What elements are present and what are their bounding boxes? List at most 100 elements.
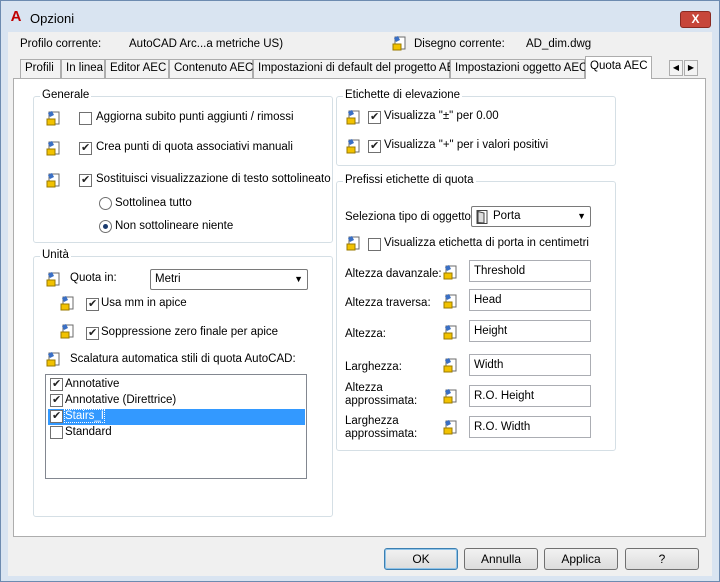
group-title-unita: Unità — [40, 249, 71, 261]
listbox-stili-quota[interactable]: Annotative Annotative (Direttrice) Stair… — [45, 374, 307, 479]
group-unita: Unità Quota in: Metri ▼ Usa mm in apice … — [33, 249, 333, 517]
combo-tipo-oggetto[interactable]: Porta ▼ — [471, 206, 591, 227]
input-altezza-davanzale[interactable]: Threshold — [469, 260, 591, 282]
close-button[interactable]: X — [680, 11, 711, 28]
label-larghezza-approssimata: Larghezza approssimata: — [345, 415, 418, 440]
checkbox-style-annotative-direttrice[interactable] — [50, 393, 63, 407]
property-icon — [443, 265, 457, 280]
checkbox-soppressione-zero[interactable] — [86, 326, 99, 340]
property-icon — [443, 420, 457, 435]
dialog-body: Profilo corrente: AutoCAD Arc...a metric… — [8, 32, 712, 576]
tab-page-quota-aec: Generale Aggiorna subito punti aggiunti … — [13, 78, 706, 537]
chevron-down-icon: ▼ — [577, 211, 586, 221]
list-item-label: Stairs_I — [64, 409, 105, 423]
help-button[interactable]: ? — [625, 548, 699, 570]
label-aggiorna-punti: Aggiorna subito punti aggiunti / rimossi — [96, 111, 294, 123]
property-icon — [46, 141, 60, 156]
group-title-prefissi: Prefissi etichette di quota — [343, 174, 476, 186]
property-icon — [443, 294, 457, 309]
cancel-button[interactable]: Annulla — [464, 548, 538, 570]
label-visualizza-plusminus: Visualizza "±" per 0.00 — [384, 110, 499, 122]
label-altezza-davanzale: Altezza davanzale: — [345, 268, 442, 280]
combo-quota-in-value: Metri — [155, 273, 181, 285]
list-item-label: Standard — [65, 426, 112, 438]
options-dialog: A Opzioni X Profilo corrente: AutoCAD Ar… — [0, 0, 720, 582]
list-item[interactable]: Annotative — [48, 377, 305, 393]
input-value: Width — [474, 359, 504, 371]
label-tipo-oggetto: Seleziona tipo di oggetto: — [345, 211, 475, 223]
list-item-selected[interactable]: Stairs_I — [48, 409, 305, 425]
input-altezza-approssimata[interactable]: R.O. Height — [469, 385, 591, 407]
property-icon — [346, 139, 360, 154]
input-altezza-traversa[interactable]: Head — [469, 289, 591, 311]
list-item[interactable]: Annotative (Direttrice) — [48, 393, 305, 409]
property-icon — [46, 272, 60, 287]
list-item-label: Annotative (Direttrice) — [65, 394, 177, 406]
drawing-value: AD_dim.dwg — [526, 38, 592, 50]
tab-quota-aec[interactable]: Quota AEC — [585, 56, 652, 79]
checkbox-crea-punti[interactable] — [79, 141, 92, 155]
property-icon — [60, 296, 74, 311]
ok-button[interactable]: OK — [384, 548, 458, 570]
combo-quota-in[interactable]: Metri ▼ — [150, 269, 308, 290]
checkbox-aggiorna-punti[interactable] — [79, 112, 92, 125]
label-etichetta-centimetri: Visualizza etichetta di porta in centime… — [384, 237, 589, 249]
label-altezza-approssimata: Altezza approssimata: — [345, 382, 418, 407]
property-icon — [46, 352, 60, 367]
input-value: Height — [474, 325, 508, 337]
tab-in-linea[interactable]: In linea — [61, 59, 105, 78]
checkbox-visualizza-plusminus[interactable] — [368, 110, 381, 124]
tab-editor-aec[interactable]: Editor AEC — [105, 59, 169, 78]
label-altezza: Altezza: — [345, 328, 386, 340]
label-crea-punti: Crea punti di quota associativi manuali — [96, 141, 293, 153]
chevron-down-icon: ▼ — [294, 274, 303, 284]
label-sostituisci-testo: Sostituisci visualizzazione di testo sot… — [96, 173, 331, 185]
tab-profili[interactable]: Profili — [20, 59, 61, 78]
input-value: R.O. Height — [474, 390, 535, 402]
apply-button[interactable]: Applica — [544, 548, 618, 570]
checkbox-style-stairs[interactable] — [50, 409, 63, 423]
property-icon — [443, 325, 457, 340]
list-item-label: Annotative — [65, 378, 120, 390]
property-icon — [443, 389, 457, 404]
title-bar[interactable]: A Opzioni X — [1, 1, 719, 33]
group-title-generale: Generale — [40, 89, 92, 101]
profile-label: Profilo corrente: — [20, 38, 102, 50]
input-larghezza-approssimata[interactable]: R.O. Width — [469, 416, 591, 438]
door-icon — [476, 210, 488, 224]
window-title: Opzioni — [30, 11, 75, 26]
label-visualizza-plus: Visualizza "+" per i valori positivi — [384, 139, 549, 151]
profile-value: AutoCAD Arc...a metriche US) — [129, 38, 284, 50]
property-icon — [60, 324, 74, 339]
label-non-sottolineare: Non sottolineare niente — [115, 220, 234, 232]
list-item[interactable]: Standard — [48, 425, 305, 441]
input-larghezza[interactable]: Width — [469, 354, 591, 376]
checkbox-style-standard[interactable] — [50, 426, 63, 439]
radio-non-sottolineare[interactable] — [99, 220, 112, 233]
label-sottolinea-tutto: Sottolinea tutto — [115, 197, 192, 209]
input-altezza[interactable]: Height — [469, 320, 591, 342]
radio-sottolinea-tutto[interactable] — [99, 197, 112, 210]
tab-impostazioni-default-progetto[interactable]: Impostazioni di default del progetto AEC — [253, 59, 463, 78]
checkbox-visualizza-plus[interactable] — [368, 139, 381, 153]
drawing-label: Disegno corrente: — [414, 38, 505, 50]
group-generale: Generale Aggiorna subito punti aggiunti … — [33, 89, 333, 243]
checkbox-sostituisci-testo[interactable] — [79, 173, 92, 187]
tab-contenuto-aec[interactable]: Contenuto AEC — [169, 59, 253, 78]
input-value: Head — [474, 294, 502, 306]
checkbox-mm-apice[interactable] — [86, 297, 99, 311]
group-title-etichette: Etichette di elevazione — [343, 89, 463, 101]
tab-scroll-left-icon[interactable]: ◀ — [669, 60, 683, 76]
drawing-icon — [392, 36, 406, 51]
label-scalatura: Scalatura automatica stili di quota Auto… — [70, 353, 296, 365]
property-icon — [346, 110, 360, 125]
autocad-logo-icon: A — [10, 8, 22, 25]
property-icon — [346, 236, 360, 251]
checkbox-etichetta-centimetri[interactable] — [368, 238, 381, 251]
tab-scroll-right-icon[interactable]: ▶ — [684, 60, 698, 76]
label-altezza-traversa: Altezza traversa: — [345, 297, 431, 309]
tab-impostazioni-oggetto[interactable]: Impostazioni oggetto AEC — [450, 59, 587, 78]
input-value: Threshold — [474, 265, 526, 277]
checkbox-style-annotative[interactable] — [50, 377, 63, 391]
property-icon — [46, 111, 60, 126]
